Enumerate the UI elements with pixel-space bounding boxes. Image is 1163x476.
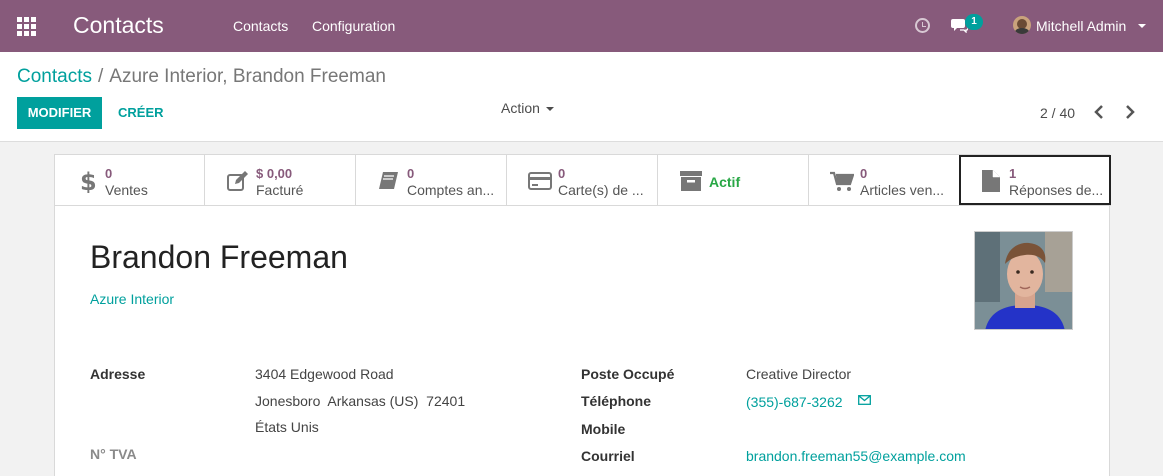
create-button[interactable]: CRÉER	[118, 105, 164, 120]
sold-items-smart-button[interactable]: 0 Articles ven...	[810, 155, 960, 205]
company-link[interactable]: Azure Interior	[90, 291, 174, 307]
archive-icon	[679, 169, 703, 193]
edit-icon	[226, 169, 250, 193]
breadcrumb-current: Azure Interior, Brandon Freeman	[109, 66, 386, 87]
pager-next-button[interactable]	[1122, 104, 1138, 120]
payment-cards-smart-button[interactable]: 0 Carte(s) de ...	[508, 155, 658, 205]
activity-clock-icon[interactable]	[915, 18, 930, 33]
partner-photo[interactable]	[974, 231, 1073, 330]
phone-label: Téléphone	[581, 393, 652, 409]
vat-label: N° TVA	[90, 446, 137, 462]
app-title: Contacts	[73, 12, 164, 38]
sold-items-count: 0	[860, 166, 868, 181]
shopping-cart-icon	[830, 169, 855, 193]
smart-button-box: $ 0 Ventes $ 0,00 Facturé 0 Comptes an..…	[55, 155, 1111, 206]
pager-value[interactable]: 2 / 40	[1040, 105, 1075, 121]
email-link[interactable]: brandon.freeman55@example.com	[746, 448, 966, 464]
sold-items-label: Articles ven...	[860, 182, 945, 198]
survey-answers-count: 1	[1009, 166, 1017, 181]
analytic-accounts-label: Comptes an...	[407, 182, 495, 198]
phone-link[interactable]: (355)-687-3262	[746, 394, 843, 410]
apps-menu-icon[interactable]	[17, 17, 37, 36]
invoiced-smart-button[interactable]: $ 0,00 Facturé	[206, 155, 356, 205]
sales-count: 0	[105, 166, 113, 181]
invoiced-amount: $ 0,00	[256, 166, 293, 181]
menu-configuration[interactable]: Configuration	[312, 18, 395, 34]
survey-answers-label: Réponses de...	[1009, 182, 1104, 198]
payment-cards-count: 0	[558, 166, 566, 181]
file-icon	[979, 169, 1003, 193]
address-label: Adresse	[90, 366, 146, 382]
active-toggle-button[interactable]: Actif	[659, 155, 809, 205]
mobile-label: Mobile	[581, 421, 626, 437]
payment-cards-label: Carte(s) de ...	[558, 182, 644, 198]
dollar-icon: $	[75, 168, 99, 196]
analytic-accounts-count: 0	[407, 166, 415, 181]
control-panel: Contacts / Azure Interior, Brandon Freeman…	[0, 52, 1163, 142]
svg-text:$: $	[80, 169, 97, 193]
chat-counter-badge: 1	[965, 14, 983, 30]
survey-answers-smart-button[interactable]: 1 Réponses de...	[959, 155, 1111, 205]
action-dropdown[interactable]: Action	[501, 100, 554, 116]
user-avatar[interactable]	[1013, 16, 1031, 34]
user-menu[interactable]: Mitchell Admin	[1036, 18, 1126, 34]
send-sms-envelope-icon[interactable]	[858, 395, 871, 405]
edit-button[interactable]: MODIFIER	[17, 97, 102, 129]
menu-contacts[interactable]: Contacts	[233, 18, 288, 34]
action-dropdown-label: Action	[501, 100, 540, 116]
email-label: Courriel	[581, 448, 635, 464]
partner-name: Brandon Freeman	[90, 239, 348, 275]
function-label: Poste Occupé	[581, 366, 675, 382]
invoiced-label: Facturé	[256, 182, 304, 198]
form-sheet: $ 0 Ventes $ 0,00 Facturé 0 Comptes an..…	[54, 154, 1111, 476]
address-street[interactable]: 3404 Edgewood Road	[255, 366, 394, 382]
top-navbar: Contacts Contacts Configuration 1 Mitche…	[0, 0, 1163, 52]
action-caret-icon	[545, 107, 554, 112]
analytic-accounts-smart-button[interactable]: 0 Comptes an...	[357, 155, 507, 205]
sales-smart-button[interactable]: $ 0 Ventes	[55, 155, 205, 205]
pager-previous-button[interactable]	[1091, 104, 1107, 120]
book-icon	[377, 169, 401, 193]
sales-label: Ventes	[105, 182, 148, 198]
active-label: Actif	[709, 174, 741, 190]
function-value[interactable]: Creative Director	[746, 366, 851, 382]
user-menu-caret-icon[interactable]	[1138, 24, 1146, 28]
breadcrumb-separator: /	[97, 66, 104, 87]
address-city-line[interactable]: Jonesboro Arkansas (US) 72401	[255, 393, 465, 409]
breadcrumb-contacts-link[interactable]: Contacts	[17, 66, 92, 87]
breadcrumb: Contacts / Azure Interior, Brandon Freeman	[17, 66, 386, 88]
address-country[interactable]: États Unis	[255, 419, 319, 435]
credit-card-icon	[528, 169, 552, 193]
